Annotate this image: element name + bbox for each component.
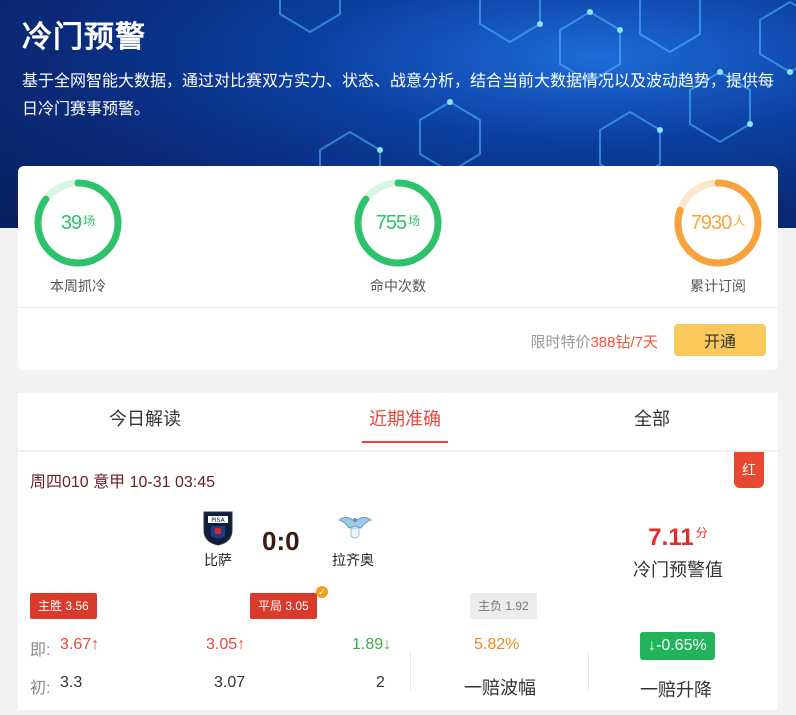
progress-ring: 755 场: [353, 178, 443, 268]
subscribe-button[interactable]: 开通: [674, 324, 766, 356]
initial-draw-odds: 3.07: [214, 674, 246, 691]
stat-hits: 755 场 命中次数: [338, 178, 458, 296]
stat-value: 755: [375, 211, 407, 234]
tab-today-analysis[interactable]: 今日解读: [85, 405, 205, 431]
pisa-logo-icon: PISA: [202, 510, 234, 546]
away-win-pill: 主负 1.92: [470, 593, 537, 619]
initial-odds-label: 初:: [30, 680, 51, 697]
stat-unit: 场: [408, 213, 421, 228]
lazio-eagle-logo-icon: [337, 510, 372, 546]
divider: [18, 307, 778, 308]
svg-text:PISA: PISA: [211, 517, 225, 524]
stat-label: 本周抓冷: [50, 278, 106, 294]
current-home-odds: 3.67↑: [60, 636, 100, 653]
divider: [588, 652, 589, 690]
stats-card: 39 场 本周抓冷 755 场 命中次数 7930 人 累计订阅 限时特价388…: [18, 166, 778, 370]
tab-recent-accuracy[interactable]: 近期准确: [345, 405, 465, 431]
result-tag: 红: [734, 452, 764, 488]
promo-text: 限时特价388钻/7天: [530, 331, 658, 352]
tab-bar: 今日解读 近期准确 全部: [18, 393, 778, 451]
promo-prefix: 限时特价: [530, 334, 591, 351]
progress-ring: 39 场: [33, 178, 123, 268]
current-away-odds: 1.89↓: [352, 636, 392, 653]
draw-pill: 平局 3.05: [250, 593, 317, 619]
stat-value: 39: [60, 211, 82, 234]
stat-unit: 场: [83, 213, 96, 228]
active-tab-indicator: [362, 441, 448, 443]
away-team-name: 拉齐奥: [332, 552, 374, 568]
home-team-name: 比萨: [204, 552, 232, 568]
divider: [410, 652, 411, 690]
progress-ring: 7930 人: [673, 178, 763, 268]
promo-price: 388钻/7天: [590, 334, 658, 351]
match-meta: 周四010 意甲 10-31 03:45: [30, 474, 215, 491]
warning-unit: 分: [695, 526, 708, 540]
warning-label: 冷门预警值: [633, 560, 723, 580]
current-draw-odds: 3.05↑: [206, 636, 246, 653]
stat-unit: 人: [733, 213, 746, 228]
tab-all[interactable]: 全部: [592, 405, 712, 431]
stat-label: 累计订阅: [690, 278, 746, 294]
match-card[interactable]: 周四010 意甲 10-31 03:45 红 PISA 比萨 0:0 拉齐奥 7…: [18, 452, 778, 710]
away-team: 拉齐奥: [323, 510, 383, 570]
initial-away-odds: 2: [376, 674, 385, 691]
stat-weekly-upsets: 39 场 本周抓冷: [18, 178, 138, 296]
warning-value-block: 7.11 分 冷门预警值: [608, 524, 748, 582]
check-badge-icon: ✓: [316, 586, 328, 598]
page-description: 基于全网智能大数据，通过对比赛双方实力、状态、战意分析，结合当前大数据情况以及波…: [22, 73, 775, 118]
warning-value: 7.11: [648, 524, 694, 551]
page-title: 冷门预警: [22, 21, 146, 54]
odds-change-badge: ↓-0.65%: [640, 632, 715, 660]
current-odds-label: 即:: [30, 642, 51, 659]
volatility-value: 5.82%: [474, 636, 520, 653]
stat-value: 7930: [690, 211, 732, 234]
home-win-pill: 主胜 3.56: [30, 593, 97, 619]
home-team: PISA 比萨: [188, 510, 248, 570]
volatility-label: 一赔波幅: [464, 678, 536, 698]
initial-home-odds: 3.3: [60, 674, 83, 691]
stat-label: 命中次数: [370, 278, 426, 294]
stat-subscribers: 7930 人 累计订阅: [658, 178, 778, 296]
odds-change-label: 一赔升降: [640, 680, 712, 700]
match-score: 0:0: [262, 526, 300, 556]
